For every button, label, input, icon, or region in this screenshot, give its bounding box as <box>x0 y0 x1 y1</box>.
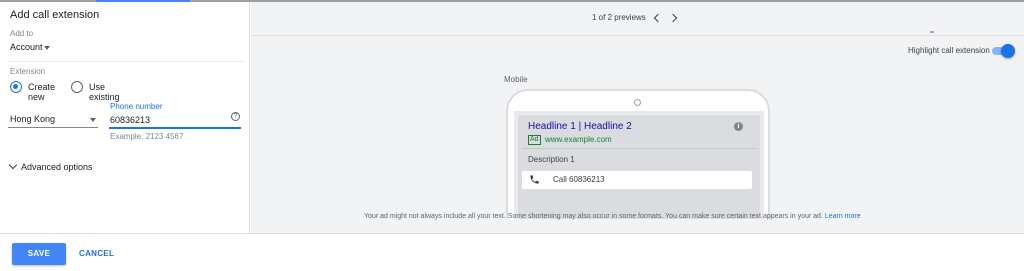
chevron-down-icon <box>8 160 18 170</box>
ad-preview-card: Headline 1 | Headline 2 i Ad www.example… <box>518 115 760 219</box>
radio-create-new-label: Create new <box>28 82 56 102</box>
learn-more-link[interactable]: Learn more <box>825 213 861 220</box>
help-icon[interactable]: ? <box>231 112 240 121</box>
chevron-right-icon[interactable] <box>668 13 678 23</box>
info-icon[interactable]: i <box>734 122 743 131</box>
divider <box>8 61 244 62</box>
radio-create-new[interactable]: Create new <box>9 80 69 102</box>
pager-text: 1 of 2 previews <box>592 13 646 22</box>
mobile-phone-frame: Headline 1 | Headline 2 i Ad www.example… <box>506 89 770 219</box>
add-to-value: Account <box>10 42 43 52</box>
phone-number-input[interactable]: 60836213 <box>109 112 241 130</box>
ad-headline[interactable]: Headline 1 | Headline 2 <box>528 121 632 132</box>
preview-panel: 1 of 2 previews Highlight call extension… <box>251 2 1024 233</box>
radio-selected-icon <box>10 81 22 93</box>
radio-unselected-icon <box>71 81 83 93</box>
chevron-left-icon[interactable] <box>653 13 663 23</box>
phone-number-label: Phone number <box>110 102 163 111</box>
advanced-options-toggle[interactable]: Advanced options <box>8 160 118 174</box>
radio-use-existing[interactable]: Use existing <box>70 80 134 102</box>
device-label: Mobile <box>504 75 528 84</box>
extension-label: Extension <box>10 67 46 76</box>
add-to-dropdown[interactable]: Account <box>8 40 56 54</box>
country-value: Hong Kong <box>10 114 56 124</box>
ad-description: Description 1 <box>528 155 575 164</box>
divider <box>522 148 756 149</box>
call-text: Call 60836213 <box>553 175 605 184</box>
form-panel: Add call extension Add to Account Extens… <box>0 2 250 233</box>
caret-down-icon <box>44 46 50 50</box>
radio-use-existing-label: Use existing <box>89 82 120 102</box>
phone-underline <box>109 127 241 129</box>
country-select[interactable]: Hong Kong <box>8 112 98 128</box>
cancel-button[interactable]: CANCEL <box>79 249 114 258</box>
preview-pager: 1 of 2 previews <box>251 2 1024 36</box>
toggle-knob <box>1001 44 1015 58</box>
ad-badge: Ad <box>528 135 541 145</box>
caret-down-icon <box>90 118 96 122</box>
decorative-dot <box>930 31 934 33</box>
camera-icon <box>634 99 641 106</box>
phone-example-hint: Example: 2123 4567 <box>110 132 184 141</box>
call-extension-editor: Add call extension Add to Account Extens… <box>0 0 1024 271</box>
ad-display-url: www.example.com <box>545 135 612 144</box>
advanced-options-label: Advanced options <box>21 162 93 172</box>
country-underline <box>8 127 98 128</box>
save-button[interactable]: SAVE <box>12 243 66 265</box>
panel-title: Add call extension <box>10 9 100 21</box>
phone-number-value: 60836213 <box>110 115 151 125</box>
highlight-toggle[interactable] <box>992 44 1015 58</box>
highlight-call-extension-label: Highlight call extension <box>908 46 990 55</box>
add-to-label: Add to <box>10 29 34 38</box>
phone-screen: Headline 1 | Headline 2 i Ad www.example… <box>514 111 764 219</box>
phone-icon <box>530 175 539 184</box>
footer-bar: SAVE CANCEL <box>0 233 1024 271</box>
call-extension-row[interactable]: Call 60836213 <box>522 171 752 189</box>
disclaimer-text: Your ad might not always include all you… <box>364 213 823 220</box>
preview-disclaimer: Your ad might not always include all you… <box>364 213 861 220</box>
